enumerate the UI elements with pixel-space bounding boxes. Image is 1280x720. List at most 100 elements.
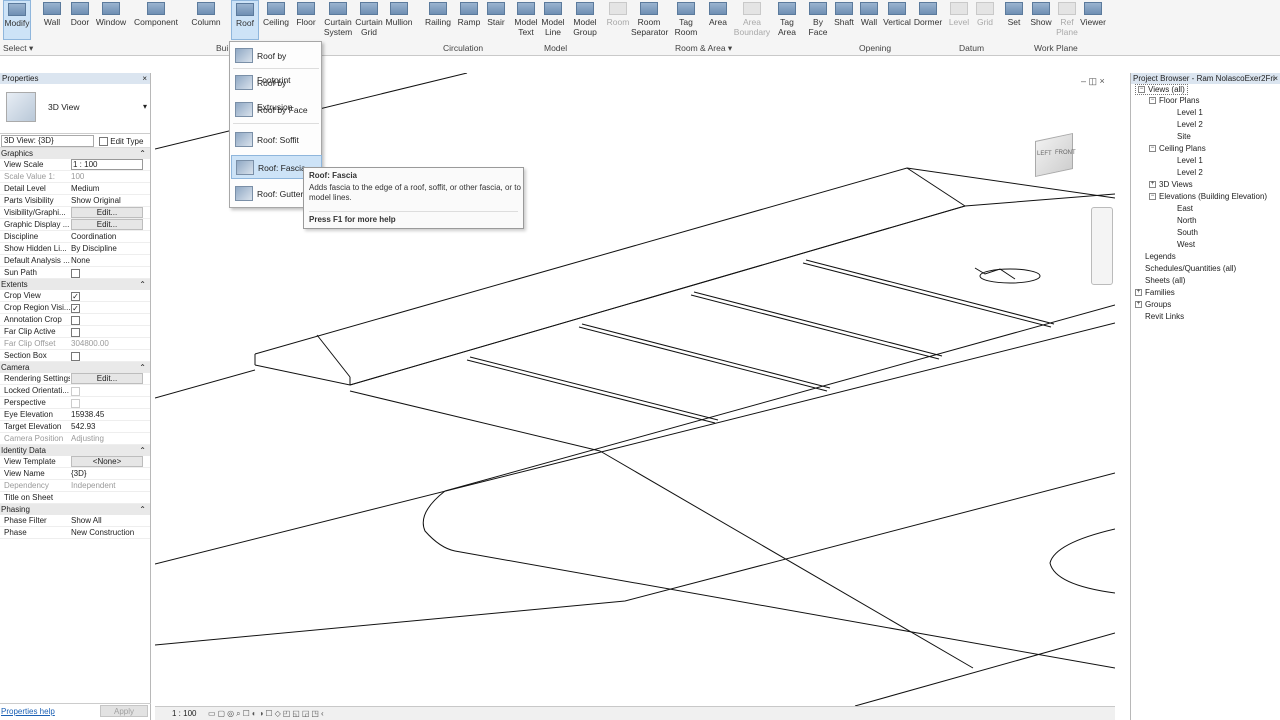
tree-node-site[interactable]: Site	[1177, 132, 1191, 141]
property-value[interactable]: Show Original	[71, 195, 143, 206]
checkbox[interactable]: ✓	[71, 291, 80, 301]
ribbon-group-label[interactable]: Bui	[216, 43, 228, 53]
collapse-icon[interactable]: −	[1138, 86, 1145, 94]
ribbon-button-curtain-system[interactable]: Curtain System	[322, 0, 354, 40]
ribbon-button-vertical[interactable]: Vertical	[882, 0, 912, 40]
property-value[interactable]: Medium	[71, 183, 143, 194]
ribbon-button-window[interactable]: Window	[94, 0, 128, 40]
property-value[interactable]: 542.93	[71, 421, 143, 432]
menu-item-roof-soffit[interactable]: Roof: Soffit	[231, 128, 322, 152]
ribbon-button-area[interactable]: Area	[705, 0, 731, 40]
tree-node-elevations-building-elevation-[interactable]: − Elevations (Building Elevation)	[1149, 192, 1267, 201]
property-checkbox[interactable]	[71, 267, 143, 278]
tree-node-schedules-quantities-all-[interactable]: Schedules/Quantities (all)	[1145, 264, 1236, 273]
view-control-icons[interactable]: ▭▢◎⌕☐◐◑☐◇◰◱◲◳‹	[208, 707, 326, 720]
tree-node-level-2[interactable]: Level 2	[1177, 120, 1203, 129]
ribbon-button-by-face[interactable]: By Face	[806, 0, 830, 40]
tree-node-level-1[interactable]: Level 1	[1177, 108, 1203, 117]
ribbon-button-modify[interactable]: Modify	[3, 0, 31, 40]
ribbon-button-viewer[interactable]: Viewer	[1079, 0, 1107, 40]
tree-node-3d-views[interactable]: +3D Views	[1149, 180, 1193, 189]
ribbon-button-ramp[interactable]: Ramp	[456, 0, 482, 40]
property-checkbox[interactable]: ✓	[71, 302, 143, 313]
ribbon-button-door[interactable]: Door	[68, 0, 92, 40]
tree-node-families[interactable]: + Families	[1135, 288, 1175, 297]
ribbon-button-railing[interactable]: Railing	[423, 0, 453, 40]
property-value[interactable]: 15938.45	[71, 409, 143, 420]
ribbon-button-tag-area[interactable]: Tag Area	[775, 0, 799, 40]
ribbon-button-wall[interactable]: Wall	[858, 0, 880, 40]
section-phasing[interactable]: Phasing	[0, 504, 150, 515]
ribbon-button-show[interactable]: Show	[1029, 0, 1053, 40]
checkbox[interactable]	[71, 268, 80, 278]
tree-node-floor-plans[interactable]: − Floor Plans	[1149, 96, 1199, 105]
collapse-icon[interactable]: −	[1149, 145, 1156, 153]
tree-node-sheets-all-[interactable]: Sheets (all)	[1145, 276, 1185, 285]
ribbon-button-stair[interactable]: Stair	[484, 0, 508, 40]
ribbon-button-floor[interactable]: Floor	[294, 0, 318, 40]
property-checkbox[interactable]: ✓	[71, 290, 143, 301]
menu-item-roof-by-extrusion[interactable]: Roof by Extrusion	[231, 71, 322, 112]
ribbon-button-grid[interactable]: Grid	[974, 0, 996, 40]
properties-help-link[interactable]: Properties help	[1, 707, 55, 716]
section-graphics[interactable]: Graphics	[0, 148, 150, 159]
property-value[interactable]: By Discipline	[71, 243, 143, 254]
ribbon-button-roof[interactable]: Roof	[231, 0, 259, 40]
collapse-icon[interactable]: −	[1149, 97, 1156, 105]
section-identity-data[interactable]: Identity Data	[0, 445, 150, 456]
property-value[interactable]: Edit...	[71, 207, 143, 218]
ribbon-button-ref-plane[interactable]: Ref Plane	[1056, 0, 1078, 40]
ribbon-button-wall[interactable]: Wall	[40, 0, 64, 40]
expand-icon[interactable]: +	[1135, 289, 1142, 297]
ribbon-button-dormer[interactable]: Dormer	[912, 0, 944, 40]
checkbox[interactable]	[71, 315, 80, 325]
tree-node-revit-links[interactable]: Revit Links	[1145, 312, 1184, 321]
ribbon-button-mullion[interactable]: Mullion	[384, 0, 414, 40]
property-value[interactable]: 1 : 100	[71, 159, 143, 170]
expand-icon[interactable]: +	[1135, 301, 1142, 309]
ribbon-button-room[interactable]: Room	[605, 0, 631, 40]
property-checkbox[interactable]	[71, 314, 143, 325]
property-value[interactable]	[71, 492, 143, 503]
ribbon-group-label[interactable]: Circulation	[443, 43, 483, 53]
ribbon-group-label[interactable]: Model	[544, 43, 567, 53]
edit-type-button[interactable]: Edit Type	[99, 136, 143, 147]
property-value[interactable]: <None>	[71, 456, 143, 467]
checkbox[interactable]: ✓	[71, 303, 80, 313]
ribbon-button-area-boundary[interactable]: Area Boundary	[733, 0, 771, 40]
ribbon-button-ceiling[interactable]: Ceiling	[261, 0, 291, 40]
close-icon[interactable]: ×	[1273, 73, 1278, 84]
ribbon-button-model-group[interactable]: Model Group	[570, 0, 600, 40]
ribbon-group-label[interactable]: Work Plane	[1034, 43, 1078, 53]
ribbon-button-model-line[interactable]: Model Line	[540, 0, 566, 40]
property-value[interactable]: {3D}	[71, 468, 143, 479]
tree-node-ceiling-plans[interactable]: − Ceiling Plans	[1149, 144, 1206, 153]
ribbon-group-label[interactable]: Datum	[959, 43, 984, 53]
property-value[interactable]: None	[71, 255, 143, 266]
property-value[interactable]: Show All	[71, 515, 143, 526]
property-value[interactable]: Edit...	[71, 373, 143, 384]
close-icon[interactable]: ×	[142, 73, 147, 84]
ribbon-button-curtain-grid[interactable]: Curtain Grid	[354, 0, 384, 40]
collapse-icon[interactable]: −	[1149, 193, 1156, 201]
ribbon-group-label[interactable]: Select ▾	[3, 43, 33, 54]
property-value[interactable]: Coordination	[71, 231, 143, 242]
ribbon-group-label[interactable]: Room & Area ▾	[675, 43, 732, 54]
checkbox[interactable]	[71, 327, 80, 337]
section-camera[interactable]: Camera	[0, 362, 150, 373]
tree-node-north[interactable]: North	[1177, 216, 1197, 225]
menu-item-roof-by-footprint[interactable]: Roof by Footprint	[231, 44, 322, 85]
tree-node-level-2[interactable]: Level 2	[1177, 168, 1203, 177]
ribbon-button-tag-room[interactable]: Tag Room	[673, 0, 699, 40]
ribbon-button-room-separator[interactable]: Room Separator	[631, 0, 668, 40]
ribbon-button-level[interactable]: Level	[946, 0, 972, 40]
tree-node-level-1[interactable]: Level 1	[1177, 156, 1203, 165]
view-window-controls[interactable]: – ◫ ×	[1081, 76, 1105, 87]
tree-node-legends[interactable]: Legends	[1145, 252, 1176, 261]
tree-node-groups[interactable]: + Groups	[1135, 300, 1171, 309]
view-scale[interactable]: 1 : 100	[172, 707, 196, 720]
ribbon-button-shaft[interactable]: Shaft	[831, 0, 857, 40]
checkbox[interactable]	[71, 351, 80, 361]
type-selector[interactable]: 3D View ▾	[0, 84, 150, 134]
ribbon-button-component[interactable]: Component	[133, 0, 179, 40]
